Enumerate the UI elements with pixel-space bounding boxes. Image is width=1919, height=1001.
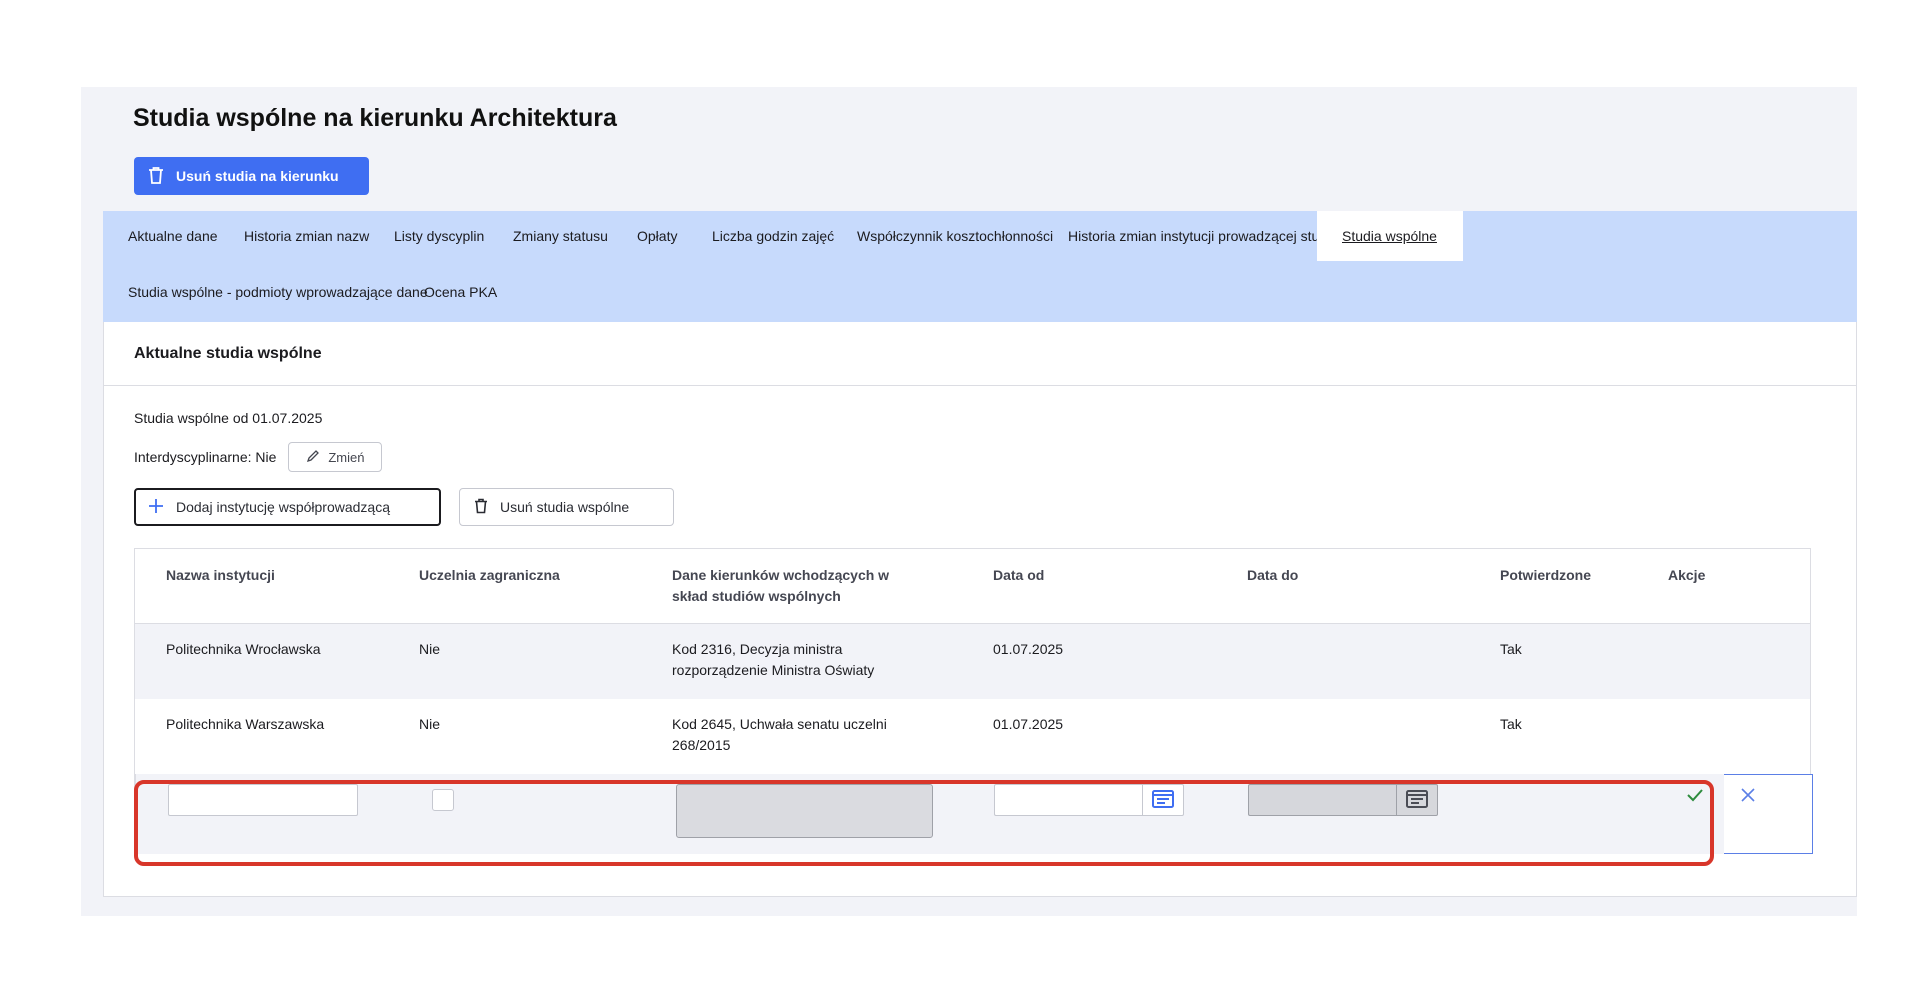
header-majors-line2: skład studiów wspólnych [672, 588, 841, 604]
edit-row [135, 774, 1813, 854]
cell-name: Politechnika Warszawska [166, 716, 325, 732]
change-label: Zmień [328, 449, 365, 465]
remove-joint-studies-button[interactable]: Usuń studia wspólne [459, 488, 674, 526]
date-from-input[interactable] [994, 784, 1142, 816]
institution-name-input[interactable] [168, 784, 358, 816]
check-icon[interactable] [1686, 788, 1704, 805]
cell-name: Politechnika Wrocławska [166, 641, 321, 657]
date-to-input [1248, 784, 1396, 816]
delete-major-label: Usuń studia na kierunku [176, 168, 339, 184]
divider [104, 385, 1856, 386]
interdisciplinary-text: Interdyscyplinarne: Nie [134, 449, 277, 465]
interdisciplinary-row: Interdyscyplinarne: Nie Zmień [134, 442, 383, 472]
table-row: Politechnika Wrocławska Nie Kod 2316, De… [135, 624, 1810, 699]
card-title: Aktualne studia wspólne [134, 345, 322, 362]
majors-data-field [676, 784, 933, 838]
cell-foreign: Nie [419, 641, 441, 657]
tab-historia-instytucji[interactable]: Historia zmian instytucji prowadzącej st… [1043, 211, 1363, 261]
remove-joint-label: Usuń studia wspólne [500, 499, 630, 515]
header-actions: Akcje [1668, 567, 1706, 583]
cell-date-from: 01.07.2025 [993, 716, 1064, 732]
cell-confirmed: Tak [1500, 716, 1522, 732]
foreign-university-checkbox[interactable] [432, 789, 454, 811]
header-name: Nazwa instytucji [166, 567, 275, 583]
table-row: Politechnika Warszawska Nie Kod 2645, Uc… [135, 699, 1810, 774]
since-text: Studia wspólne od 01.07.2025 [134, 410, 323, 426]
tab-historia-zmian-nazw[interactable]: Historia zmian nazw [219, 211, 394, 261]
institutions-table: Nazwa instytucji Uczelnia zagraniczna Da… [134, 548, 1813, 854]
cell-confirmed: Tak [1500, 641, 1522, 657]
cell-majors-line1: Kod 2316, Decyzja ministra [672, 641, 843, 657]
cell-majors-line1: Kod 2645, Uchwała senatu uczelni [672, 716, 887, 732]
header-confirmed: Potwierdzone [1500, 567, 1592, 583]
trash-icon [474, 498, 488, 517]
date-from-calendar-button[interactable] [1142, 784, 1184, 816]
tab-studia-wspolne[interactable]: Studia wspólne [1317, 211, 1463, 261]
header-majors: Dane kierunków wchodzących w skład studi… [672, 565, 889, 607]
main-panel: Studia wspólne na kierunku Architektura … [81, 87, 1857, 916]
date-from-field [994, 784, 1184, 816]
header-date-from: Data od [993, 567, 1045, 583]
joint-studies-card: Aktualne studia wspólne Studia wspólne o… [103, 322, 1857, 897]
date-to-field [1248, 784, 1438, 816]
add-institution-button[interactable]: Dodaj instytucję współprowadzącą [134, 488, 441, 526]
trash-icon [148, 166, 164, 187]
plus-icon [148, 498, 164, 517]
calendar-icon [1152, 789, 1174, 811]
header-majors-line1: Dane kierunków wchodzących w [672, 567, 890, 583]
table-header: Nazwa instytucji Uczelnia zagraniczna Da… [135, 549, 1810, 624]
cell-majors-line2: rozporządzenie Ministra Oświaty [672, 662, 875, 678]
change-button[interactable]: Zmień [288, 442, 383, 472]
tab-ocena-pka[interactable]: Ocena PKA [399, 267, 522, 317]
cell-majors: Kod 2645, Uchwała senatu uczelni 268/201… [672, 714, 887, 756]
page-title: Studia wspólne na kierunku Architektura [133, 104, 617, 132]
tab-bar: Aktualne dane Historia zmian nazw Listy … [103, 211, 1857, 322]
delete-major-button[interactable]: Usuń studia na kierunku [134, 157, 369, 195]
header-date-to: Data do [1247, 567, 1299, 583]
cell-date-from: 01.07.2025 [993, 641, 1064, 657]
header-foreign: Uczelnia zagraniczna [419, 567, 560, 583]
date-to-calendar-button [1396, 784, 1438, 816]
add-institution-label: Dodaj instytucję współprowadzącą [176, 499, 390, 515]
calendar-icon [1406, 789, 1428, 811]
tab-wspolczynnik[interactable]: Współczynnik kosztochłonności [832, 211, 1078, 261]
close-icon[interactable] [1740, 787, 1756, 806]
edit-row-focus-frame [1724, 774, 1813, 854]
pencil-icon [306, 449, 320, 466]
cell-foreign: Nie [419, 716, 441, 732]
cell-majors: Kod 2316, Decyzja ministra rozporządzeni… [672, 639, 874, 681]
cell-majors-line2: 268/2015 [672, 737, 731, 753]
